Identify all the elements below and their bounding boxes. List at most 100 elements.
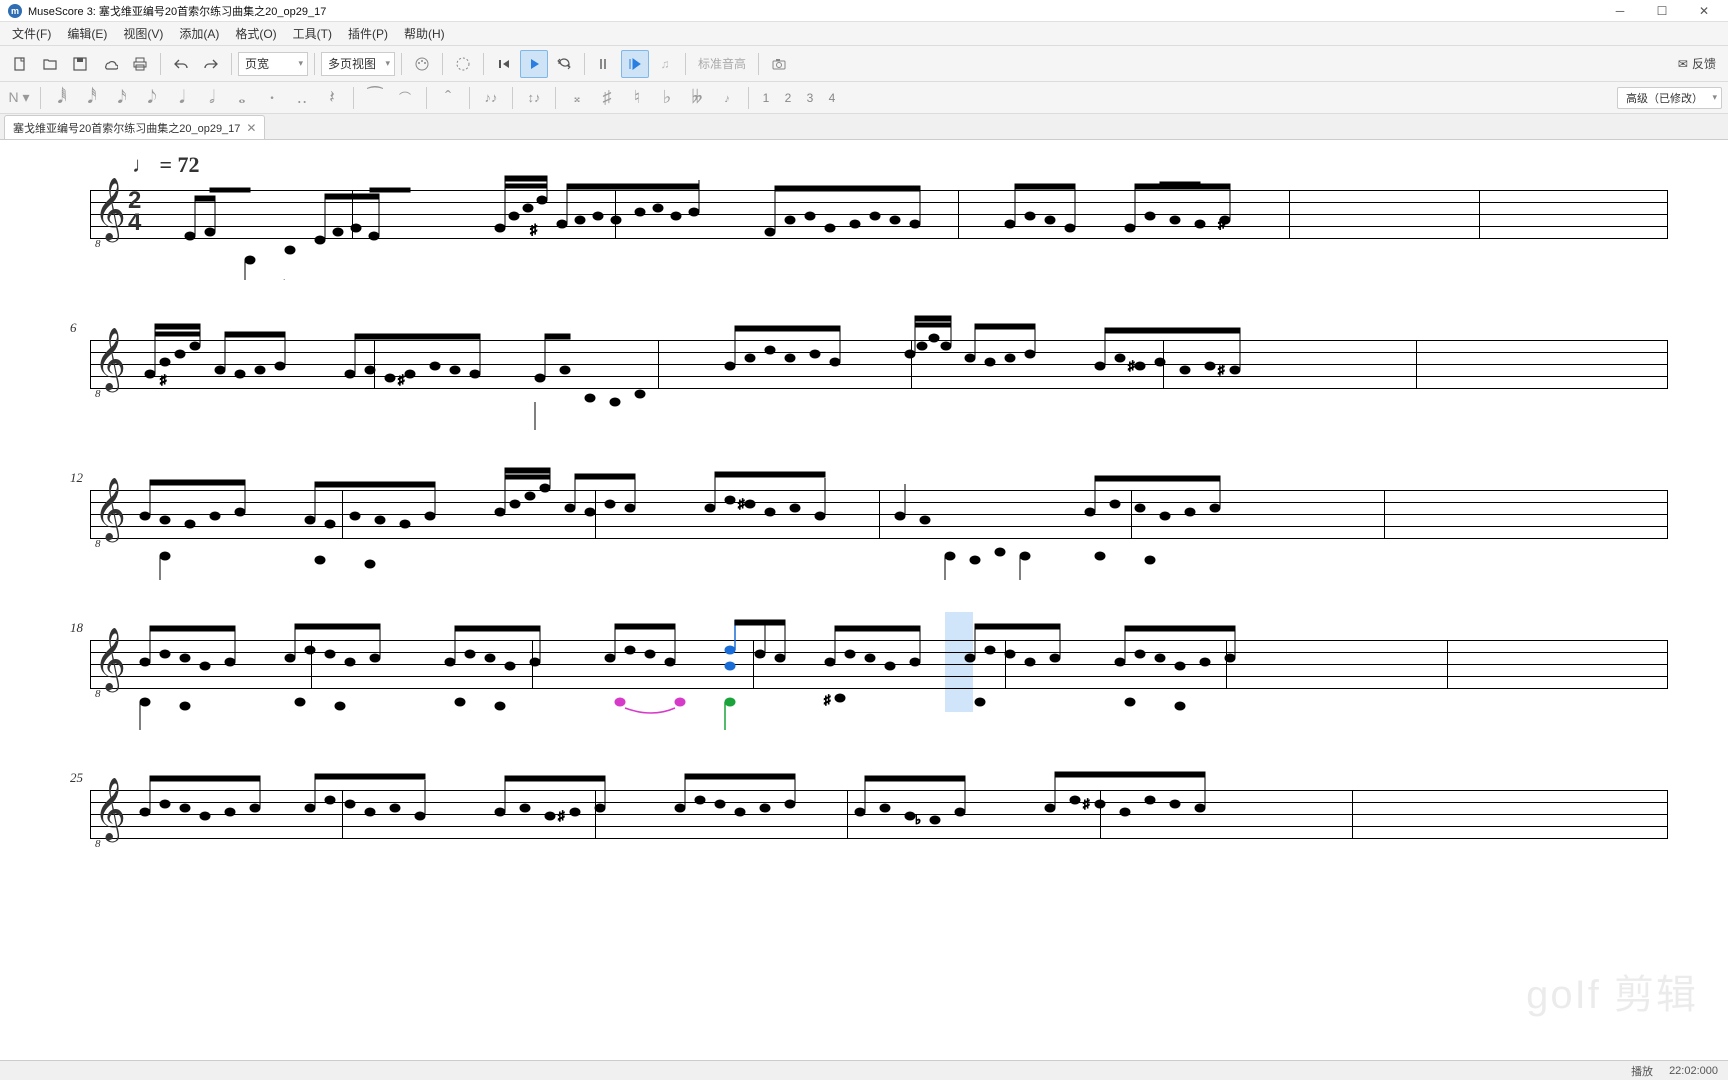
note-whole[interactable]: 𝅝 xyxy=(229,85,255,111)
note-toolbar: N ▾ 𝅘𝅥𝅱 𝅘𝅥𝅰 𝅘𝅥𝅯 𝅘𝅥𝅮 𝅘𝅥 𝅗𝅥 𝅝 · ‥ 𝄽 ⁀ ⌒ ˆ … xyxy=(0,82,1728,114)
menu-help[interactable]: 帮助(H) xyxy=(396,22,453,45)
svg-text:♯: ♯ xyxy=(738,496,745,511)
flip-button[interactable]: ♪♪ xyxy=(478,85,504,111)
svg-text:♯: ♯ xyxy=(1083,796,1090,811)
natural-button[interactable]: ♮ xyxy=(624,85,650,111)
pan-button[interactable]: ♫ xyxy=(651,50,679,78)
menu-add[interactable]: 添加(A) xyxy=(171,22,227,45)
staff[interactable]: 𝄞 8 ♯ ♭ ♯ xyxy=(90,790,1668,838)
tab-close-icon[interactable]: ✕ xyxy=(246,121,256,135)
titlebar: m MuseScore 3: 塞戈维亚编号20首索尔练习曲集之20_op29_1… xyxy=(0,0,1728,22)
voice-2[interactable]: 2 xyxy=(779,88,797,108)
layout-select[interactable]: 多页视图 xyxy=(321,52,395,76)
tie-button[interactable]: ⁀ xyxy=(362,85,388,111)
menubar: 文件(F) 编辑(E) 视图(V) 添加(A) 格式(O) 工具(T) 插件(P… xyxy=(0,22,1728,46)
score-view[interactable]: ♩ = 72 𝄞 8 24 ♯ xyxy=(0,140,1728,1060)
note-16th[interactable]: 𝅘𝅥𝅯 xyxy=(109,85,135,111)
measure-number: 25 xyxy=(70,770,83,786)
svg-text:♯: ♯ xyxy=(558,808,565,823)
close-button[interactable]: ✕ xyxy=(1692,2,1716,20)
slur-button[interactable]: ⌒ xyxy=(392,85,418,111)
tabbar: 塞戈维亚编号20首索尔练习曲集之20_op29_17 ✕ xyxy=(0,114,1728,140)
tab-label: 塞戈维亚编号20首索尔练习曲集之20_op29_17 xyxy=(13,120,240,136)
voice-4[interactable]: 4 xyxy=(823,88,841,108)
note-dot[interactable]: · xyxy=(259,85,285,111)
workspace-select[interactable]: 高级（已修改） xyxy=(1617,87,1722,109)
svg-text:♯: ♯ xyxy=(398,372,405,387)
open-button[interactable] xyxy=(36,50,64,78)
loop-button[interactable] xyxy=(550,50,578,78)
save-button[interactable] xyxy=(66,50,94,78)
svg-text:♯: ♯ xyxy=(1218,215,1226,231)
svg-text:♯: ♯ xyxy=(160,372,167,387)
menu-view[interactable]: 视图(V) xyxy=(115,22,171,45)
menu-plugins[interactable]: 插件(P) xyxy=(340,22,396,45)
voice-3[interactable]: 3 xyxy=(801,88,819,108)
voice-1[interactable]: 1 xyxy=(757,88,775,108)
svg-text:♯: ♯ xyxy=(824,692,831,707)
metronome-button[interactable] xyxy=(449,50,477,78)
marcato-button[interactable]: ˆ xyxy=(435,85,461,111)
notes-system-2: ♯ ♯ ♯ ♯ xyxy=(90,310,1270,430)
notes-system-5: ♯ ♭ ♯ xyxy=(90,760,1270,880)
grace-button[interactable]: 𝆔 xyxy=(714,85,740,111)
notes-system-3: ♯ xyxy=(90,460,1270,580)
svg-text:♯: ♯ xyxy=(1128,358,1135,373)
menu-file[interactable]: 文件(F) xyxy=(4,22,59,45)
staff[interactable]: 𝄞 8 24 ♯ xyxy=(90,190,1668,238)
svg-text:♭: ♭ xyxy=(915,812,921,827)
note-input-button[interactable]: N ▾ xyxy=(6,85,32,111)
svg-text:♯: ♯ xyxy=(1218,362,1225,377)
minimize-button[interactable]: ─ xyxy=(1608,2,1632,20)
loop-in-button[interactable] xyxy=(591,50,619,78)
notes-system-1: ♯ ♯ xyxy=(90,160,1270,280)
staff[interactable]: 𝄞 8 xyxy=(90,640,1668,688)
rewind-button[interactable] xyxy=(490,50,518,78)
concert-pitch-label[interactable]: 标准音高 xyxy=(692,55,752,72)
sharp-button[interactable]: ♯ xyxy=(594,85,620,111)
note-half[interactable]: 𝅗𝅥 xyxy=(199,85,225,111)
double-sharp-button[interactable]: 𝄪 xyxy=(564,85,590,111)
print-button[interactable] xyxy=(126,50,154,78)
rest-button[interactable]: 𝄽 xyxy=(319,85,345,111)
measure-number: 18 xyxy=(70,620,83,636)
double-flat-button[interactable]: 𝄫 xyxy=(684,85,710,111)
status-time: 22:02:000 xyxy=(1669,1065,1718,1077)
note-8th[interactable]: 𝅘𝅥𝅮 xyxy=(139,85,165,111)
play-button[interactable] xyxy=(520,50,548,78)
repitch-button[interactable]: ↕♪ xyxy=(521,85,547,111)
measure-number: 12 xyxy=(70,470,83,486)
undo-button[interactable] xyxy=(167,50,195,78)
staff[interactable]: 𝄞 8 ♯ xyxy=(90,490,1668,538)
window-title: MuseScore 3: 塞戈维亚编号20首索尔练习曲集之20_op29_17 xyxy=(28,3,1608,19)
staff[interactable]: 𝄞 8 ♯ ♯ ♯♯ xyxy=(90,340,1668,388)
zoom-select[interactable]: 页宽 xyxy=(238,52,308,76)
mail-icon: ✉ xyxy=(1678,57,1688,71)
flat-button[interactable]: ♭ xyxy=(654,85,680,111)
app-icon: m xyxy=(8,4,22,18)
loop-out-button[interactable] xyxy=(621,50,649,78)
menu-tools[interactable]: 工具(T) xyxy=(285,22,340,45)
svg-text:♯: ♯ xyxy=(530,221,538,237)
redo-button[interactable] xyxy=(197,50,225,78)
image-capture-button[interactable] xyxy=(765,50,793,78)
menu-edit[interactable]: 编辑(E) xyxy=(59,22,115,45)
notes-system-4: ♯ xyxy=(90,610,1270,730)
document-tab[interactable]: 塞戈维亚编号20首索尔练习曲集之20_op29_17 ✕ xyxy=(4,115,265,139)
feedback-label: 反馈 xyxy=(1692,55,1716,72)
menu-format[interactable]: 格式(O) xyxy=(227,22,284,45)
maximize-button[interactable]: ☐ xyxy=(1650,2,1674,20)
new-button[interactable] xyxy=(6,50,34,78)
measure-number: 6 xyxy=(70,320,77,336)
note-quarter[interactable]: 𝅘𝅥 xyxy=(169,85,195,111)
main-toolbar: 页宽 多页视图 ♫ 标准音高 ✉ 反馈 xyxy=(0,46,1728,82)
watermark: goIf 剪辑 xyxy=(1526,962,1698,1020)
statusbar: 播放 22:02:000 xyxy=(0,1060,1728,1080)
note-double-dot[interactable]: ‥ xyxy=(289,85,315,111)
cloud-button[interactable] xyxy=(96,50,124,78)
note-32nd[interactable]: 𝅘𝅥𝅰 xyxy=(79,85,105,111)
status-mode: 播放 xyxy=(1631,1063,1653,1079)
note-64th[interactable]: 𝅘𝅥𝅱 xyxy=(49,85,75,111)
midi-button[interactable] xyxy=(408,50,436,78)
feedback-button[interactable]: ✉ 反馈 xyxy=(1678,55,1716,72)
